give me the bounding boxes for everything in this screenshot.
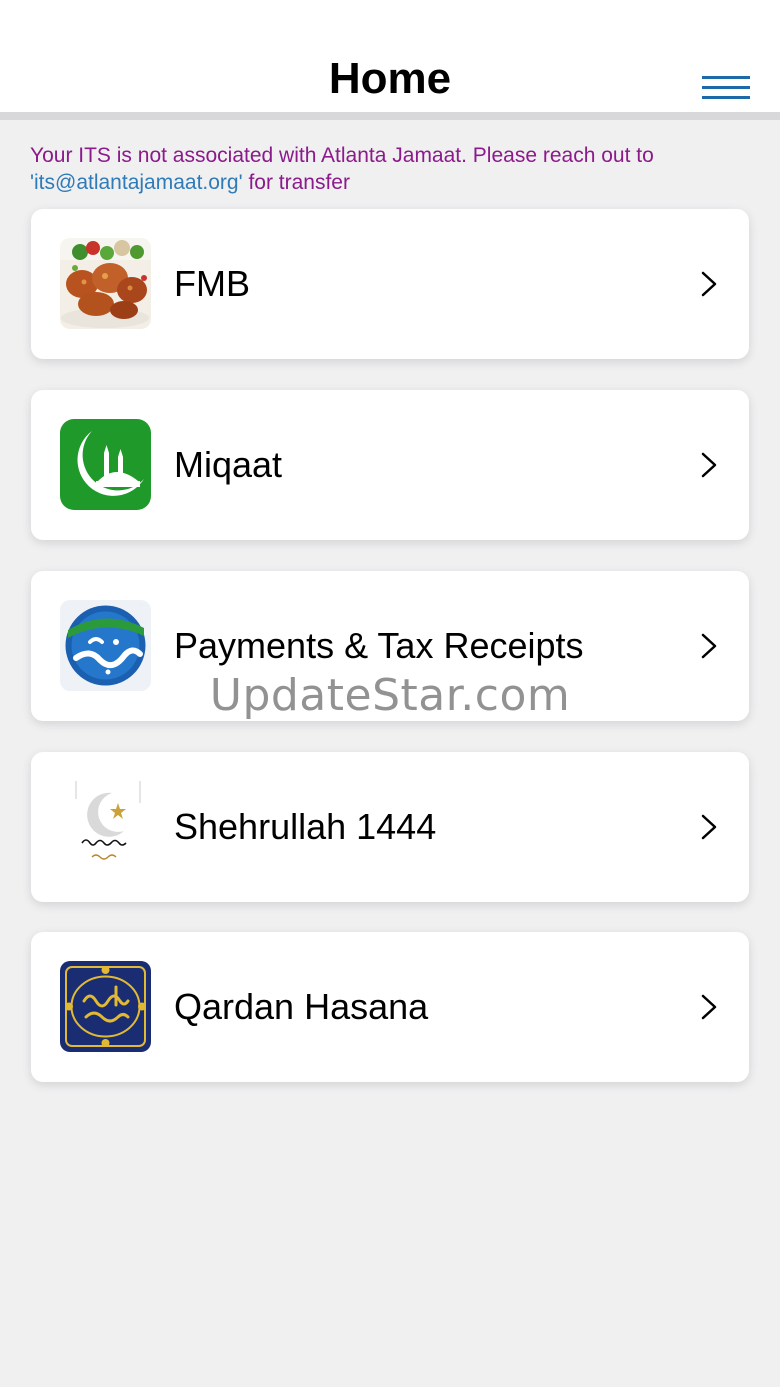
notice-text: Your ITS is not associated with Atlanta … [30, 144, 654, 167]
page-title: Home [328, 54, 452, 103]
chevron-right-icon [701, 452, 717, 478]
chevron-right-icon [701, 271, 717, 297]
menu-item-label: Miqaat [174, 444, 283, 485]
qardan-hasana-logo-icon [60, 961, 151, 1052]
menu-item-shehrullah-1444[interactable]: Shehrullah 1444 [31, 752, 749, 902]
mosque-crescent-icon [60, 419, 151, 510]
ramadan-crescent-icon [60, 781, 151, 872]
header-divider [0, 112, 780, 120]
notice-text-end: for transfer [242, 171, 350, 194]
app-header: Home [0, 0, 780, 112]
menu-item-qardan-hasana[interactable]: Qardan Hasana [31, 932, 749, 1082]
menu-item-label: FMB [174, 263, 250, 304]
menu-item-label: Qardan Hasana [174, 986, 429, 1027]
notice-email-link[interactable]: 'its@atlantajamaat.org' [30, 171, 243, 194]
menu-item-label: Shehrullah 1444 [174, 806, 437, 847]
watermark: UpdateStar.com [209, 670, 571, 721]
chevron-right-icon [701, 994, 717, 1020]
its-association-notice: Your ITS is not associated with Atlanta … [30, 142, 760, 196]
chevron-right-icon [701, 814, 717, 840]
menu-item-fmb[interactable]: FMB [31, 209, 749, 359]
food-plate-icon [60, 238, 151, 329]
hamburger-menu-icon[interactable] [698, 70, 754, 110]
menu-item-miqaat[interactable]: Miqaat [31, 390, 749, 540]
chevron-right-icon [701, 633, 717, 659]
